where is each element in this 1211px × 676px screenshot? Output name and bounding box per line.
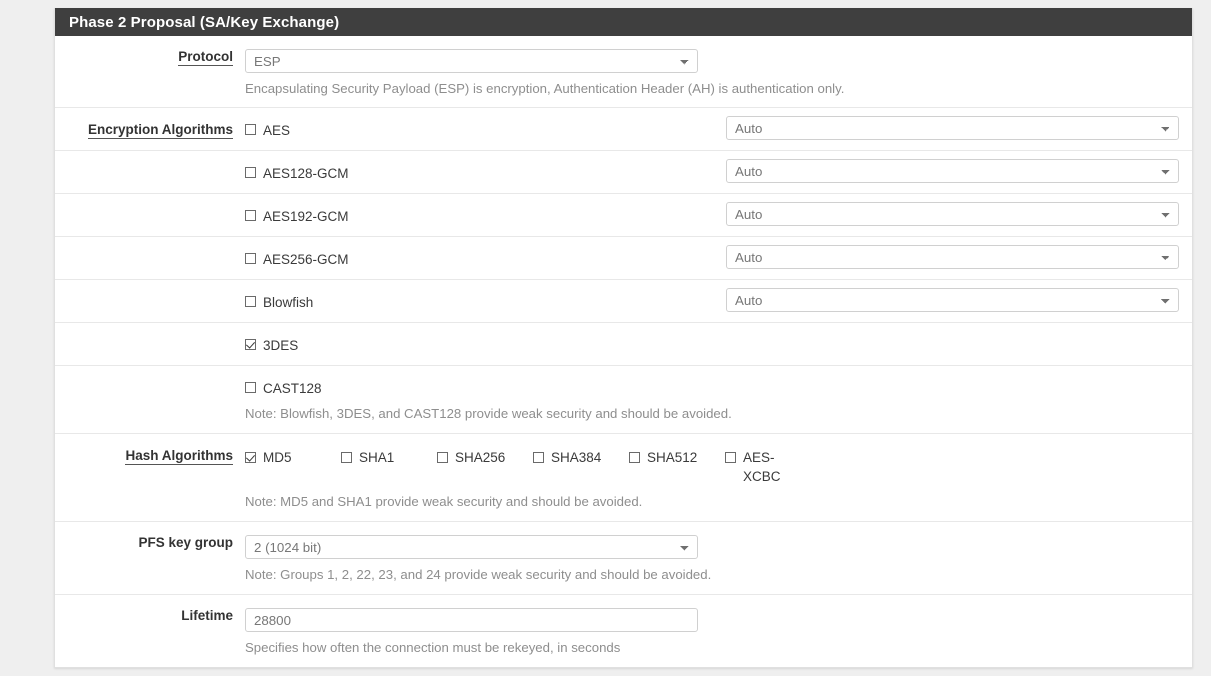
checkbox-sha512[interactable]: SHA512	[629, 448, 725, 467]
checkbox-label: SHA512	[647, 450, 698, 465]
checkbox-label: AES192-GCM	[263, 209, 349, 224]
hash-field-cell: MD5 SHA1 SHA256 SHA384 SHA512 AES-XCBC N…	[245, 448, 1192, 510]
checkbox-icon[interactable]	[341, 452, 352, 463]
checkbox-label: CAST128	[263, 381, 322, 396]
encryption-aes128gcm-field-cell: AES128-GCM Auto	[245, 159, 1192, 183]
encryption-aes128gcm-keylen-cell: Auto	[726, 159, 1179, 183]
row-encryption-blowfish: Blowfish Auto	[55, 280, 1192, 323]
checkbox-aes256-gcm[interactable]: AES256-GCM	[245, 253, 349, 266]
checkbox-icon[interactable]	[245, 167, 256, 178]
checkbox-label: SHA256	[455, 450, 506, 465]
row-lifetime: Lifetime Specifies how often the connect…	[55, 595, 1192, 667]
checkbox-icon[interactable]	[245, 382, 256, 393]
aes-keylength-select[interactable]: Auto	[726, 116, 1179, 140]
checkbox-label: 3DES	[263, 338, 299, 353]
checkbox-icon[interactable]	[533, 452, 544, 463]
encryption-label-cell: Encryption Algorithms	[55, 122, 245, 139]
checkbox-icon[interactable]	[245, 253, 256, 264]
protocol-field-cell: ESP Encapsulating Security Payload (ESP)…	[245, 49, 1192, 97]
panel-header: Phase 2 Proposal (SA/Key Exchange)	[55, 8, 1192, 36]
protocol-select[interactable]: ESP	[245, 49, 698, 73]
row-encryption-3des: 3DES	[55, 323, 1192, 366]
row-encryption-aes256gcm: AES256-GCM Auto	[55, 237, 1192, 280]
checkbox-aes128-gcm[interactable]: AES128-GCM	[245, 167, 349, 180]
encryption-weak-note: Note: Blowfish, 3DES, and CAST128 provid…	[245, 406, 732, 421]
checkbox-label: AES128-GCM	[263, 166, 349, 181]
encryption-aes256gcm-keylen-cell: Auto	[726, 245, 1179, 269]
phase2-proposal-panel: Phase 2 Proposal (SA/Key Exchange) Proto…	[54, 8, 1193, 668]
lifetime-input[interactable]	[245, 608, 698, 632]
hash-weak-note: Note: MD5 and SHA1 provide weak security…	[245, 494, 643, 509]
lifetime-label-cell: Lifetime	[55, 608, 245, 623]
encryption-aes256gcm-check-cell: AES256-GCM	[245, 251, 725, 269]
row-protocol: Protocol ESP Encapsulating Security Payl…	[55, 36, 1192, 108]
encryption-aes128gcm-check-cell: AES128-GCM	[245, 165, 725, 183]
checkbox-icon[interactable]	[629, 452, 640, 463]
encryption-blowfish-check-cell: Blowfish	[245, 294, 725, 312]
lifetime-description: Specifies how often the connection must …	[245, 640, 621, 655]
checkbox-label: AES	[263, 123, 291, 138]
checkbox-aes[interactable]: AES	[245, 124, 290, 137]
checkbox-icon[interactable]	[725, 452, 736, 463]
protocol-description: Encapsulating Security Payload (ESP) is …	[245, 81, 845, 96]
checkbox-icon[interactable]	[437, 452, 448, 463]
encryption-algorithms-label: Encryption Algorithms	[87, 122, 233, 139]
lifetime-field-cell: Specifies how often the connection must …	[245, 608, 1192, 656]
pfs-key-group-label: PFS key group	[138, 535, 233, 550]
encryption-aes-keylen-cell: Auto	[726, 116, 1179, 140]
encryption-aes-check-cell: AES	[245, 122, 725, 140]
encryption-blowfish-field-cell: Blowfish Auto	[245, 288, 1192, 312]
aes128gcm-keylength-select[interactable]: Auto	[726, 159, 1179, 183]
encryption-aes192gcm-check-cell: AES192-GCM	[245, 208, 725, 226]
encryption-3des-field-cell: 3DES	[245, 337, 1192, 355]
checkbox-label: SHA384	[551, 450, 602, 465]
pfs-weak-note: Note: Groups 1, 2, 22, 23, and 24 provid…	[245, 567, 712, 582]
checkbox-icon[interactable]	[245, 296, 256, 307]
encryption-aes-field-cell: AES Auto	[245, 116, 1192, 140]
encryption-aes192gcm-keylen-cell: Auto	[726, 202, 1179, 226]
checkbox-cast128[interactable]: CAST128	[245, 382, 322, 395]
checkbox-aes-xcbc[interactable]: AES-XCBC	[725, 448, 781, 486]
encryption-aes256gcm-field-cell: AES256-GCM Auto	[245, 245, 1192, 269]
protocol-label-cell: Protocol	[55, 49, 245, 66]
hash-algorithms-label: Hash Algorithms	[125, 448, 233, 465]
panel-title: Phase 2 Proposal (SA/Key Exchange)	[69, 14, 340, 31]
protocol-label: Protocol	[178, 49, 233, 66]
pfs-key-group-select[interactable]: 2 (1024 bit)	[245, 535, 698, 559]
checkbox-blowfish[interactable]: Blowfish	[245, 296, 313, 309]
row-encryption-aes192gcm: AES192-GCM Auto	[55, 194, 1192, 237]
row-hash-algorithms: Hash Algorithms MD5 SHA1 SHA256 SHA384 S…	[55, 434, 1192, 522]
checkbox-label: SHA1	[359, 450, 395, 465]
row-encryption-aes: Encryption Algorithms AES Auto	[55, 108, 1192, 151]
checkbox-label: MD5	[263, 450, 292, 465]
checkbox-icon-checked[interactable]	[245, 452, 256, 463]
row-pfs-key-group: PFS key group 2 (1024 bit) Note: Groups …	[55, 522, 1192, 595]
checkbox-sha384[interactable]: SHA384	[533, 448, 629, 467]
encryption-aes192gcm-field-cell: AES192-GCM Auto	[245, 202, 1192, 226]
checkbox-3des[interactable]: 3DES	[245, 339, 298, 352]
checkbox-icon[interactable]	[245, 210, 256, 221]
aes192gcm-keylength-select[interactable]: Auto	[726, 202, 1179, 226]
lifetime-label: Lifetime	[181, 608, 233, 623]
encryption-blowfish-keylen-cell: Auto	[726, 288, 1179, 312]
encryption-cast128-field-cell: CAST128 Note: Blowfish, 3DES, and CAST12…	[245, 380, 1192, 422]
pfs-label-cell: PFS key group	[55, 535, 245, 550]
aes256gcm-keylength-select[interactable]: Auto	[726, 245, 1179, 269]
checkbox-icon[interactable]	[245, 124, 256, 135]
row-encryption-aes128gcm: AES128-GCM Auto	[55, 151, 1192, 194]
pfs-field-cell: 2 (1024 bit) Note: Groups 1, 2, 22, 23, …	[245, 535, 1192, 583]
checkbox-sha1[interactable]: SHA1	[341, 448, 437, 467]
checkbox-label: AES256-GCM	[263, 252, 349, 267]
checkbox-icon-checked[interactable]	[245, 339, 256, 350]
checkbox-aes192-gcm[interactable]: AES192-GCM	[245, 210, 349, 223]
blowfish-keylength-select[interactable]: Auto	[726, 288, 1179, 312]
checkbox-label: Blowfish	[263, 295, 314, 310]
hash-label-cell: Hash Algorithms	[55, 448, 245, 465]
checkbox-md5[interactable]: MD5	[245, 448, 341, 467]
checkbox-sha256[interactable]: SHA256	[437, 448, 533, 467]
row-encryption-cast128: CAST128 Note: Blowfish, 3DES, and CAST12…	[55, 366, 1192, 434]
checkbox-label: AES-XCBC	[743, 450, 781, 484]
hash-checkbox-list: MD5 SHA1 SHA256 SHA384 SHA512 AES-XCBC	[245, 448, 1182, 486]
